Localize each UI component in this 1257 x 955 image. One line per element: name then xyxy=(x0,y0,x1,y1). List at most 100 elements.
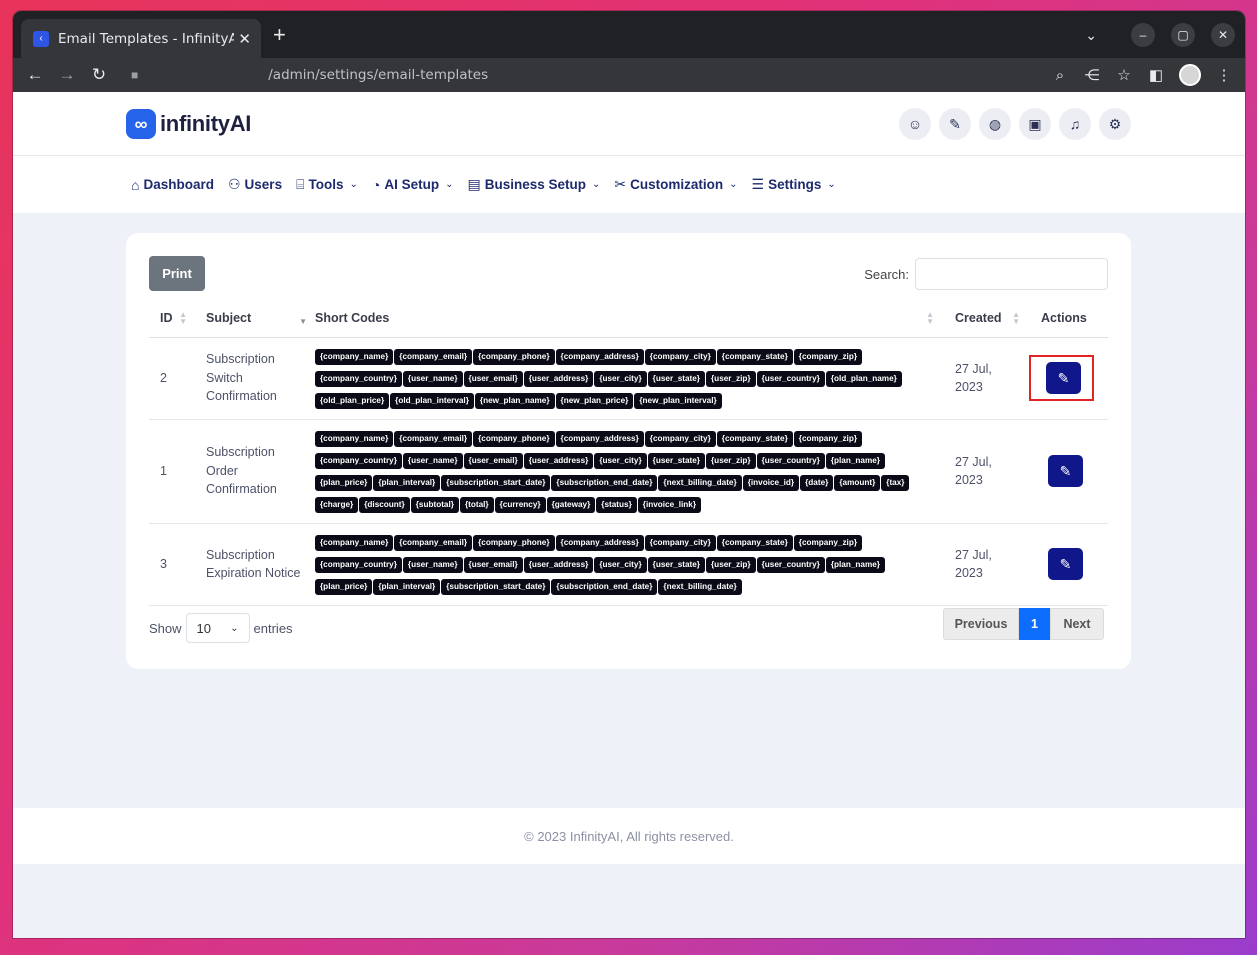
next-page-button[interactable]: Next xyxy=(1050,608,1104,640)
short-code-badge: {company_country} xyxy=(315,452,402,469)
gauge-icon: ◔ xyxy=(371,176,381,193)
lock-icon: ■ xyxy=(131,68,139,82)
page-length-select[interactable]: 10 ⌄ xyxy=(185,613,250,643)
col-actions: Actions xyxy=(1028,299,1108,338)
short-code-badge: {company_state} xyxy=(716,534,793,551)
short-code-badge: {company_email} xyxy=(394,348,473,365)
globe-icon[interactable]: ◍ xyxy=(979,108,1011,140)
reload-icon[interactable]: ↻ xyxy=(83,65,115,85)
share-icon[interactable]: ⋲ xyxy=(1083,66,1101,84)
tab-close-icon[interactable]: ✕ xyxy=(238,30,251,48)
user-icon[interactable]: ☺ xyxy=(899,108,931,140)
short-code-badge: {company_country} xyxy=(315,370,402,387)
short-code-badge: {user_city} xyxy=(594,556,647,573)
menu-item-customization[interactable]: ✂ Customization ⌄ xyxy=(614,176,737,193)
menu-item-settings[interactable]: ☰ Settings ⌄ xyxy=(752,176,836,193)
menu-item-label: Business Setup xyxy=(484,177,587,192)
back-icon[interactable]: ← xyxy=(19,65,51,85)
short-code-badge: {company_name} xyxy=(315,534,394,551)
short-code-badge: {charge} xyxy=(315,496,359,513)
forward-icon[interactable]: → xyxy=(51,65,83,85)
cell-created: 27 Jul, 2023 xyxy=(942,419,1028,524)
menu-item-dashboard[interactable]: ⌂ Dashboard xyxy=(131,177,214,193)
cell-id: 2 xyxy=(149,337,195,420)
highlighted-action: ✎ xyxy=(1029,355,1094,401)
short-code-badge: {company_city} xyxy=(644,348,716,365)
created-line: 2023 xyxy=(955,566,983,580)
minimize-icon[interactable]: – xyxy=(1131,23,1155,47)
chevron-down-icon: ⌄ xyxy=(349,179,358,190)
short-code-badge: {company_zip} xyxy=(793,534,863,551)
short-code-badge: {user_state} xyxy=(647,370,705,387)
short-code-badge: {company_zip} xyxy=(793,430,863,447)
sidepanel-icon[interactable]: ◧ xyxy=(1147,66,1165,84)
edit-button[interactable]: ✎ xyxy=(1048,455,1083,487)
cell-subject: Subscription Order Confirmation xyxy=(195,419,315,524)
site-header: ∞ infinityAI ☺ ✎ ◍ ▣ ♫ ⚙ xyxy=(13,92,1245,156)
user-settings-icon[interactable]: ⚙ xyxy=(1099,108,1131,140)
menu-item-business-setup[interactable]: ▤ Business Setup ⌄ xyxy=(468,176,601,193)
building-icon: ▤ xyxy=(467,176,481,192)
tab-search-icon[interactable]: ⌄ xyxy=(1085,27,1097,44)
footer: © 2023 InfinityAI, All rights reserved. xyxy=(13,808,1245,864)
menu-item-ai-setup[interactable]: ◔ AI Setup ⌄ xyxy=(372,177,454,193)
card-icon[interactable]: ▣ xyxy=(1019,108,1051,140)
chevron-down-icon: ⌄ xyxy=(445,179,454,190)
subject-line: Switch xyxy=(206,370,243,385)
bell-icon[interactable]: ♫ xyxy=(1059,108,1091,140)
short-code-badge: {user_city} xyxy=(594,452,647,469)
created-line: 2023 xyxy=(955,380,983,394)
short-code-badge: {discount} xyxy=(359,496,410,513)
edit-button[interactable]: ✎ xyxy=(1046,362,1081,394)
short-code-badge: {next_billing_date} xyxy=(658,578,742,595)
page: ∞ infinityAI ☺ ✎ ◍ ▣ ♫ ⚙ ⌂ Dashboard ⚇ User… xyxy=(13,92,1245,938)
short-code-badge: {user_email} xyxy=(463,370,523,387)
zoom-icon[interactable]: ⌕ xyxy=(1051,67,1069,84)
col-id[interactable]: ID ▲ ▼ xyxy=(149,299,195,338)
email-templates-card: Print Search: ID ▲ ▼ Subject ▼ Short Codes ▲… xyxy=(126,233,1131,669)
short-code-badge: {company_phone} xyxy=(473,430,555,447)
chevron-down-icon: ⌄ xyxy=(592,179,601,190)
cell-actions: ✎ xyxy=(1028,523,1108,606)
favicon-icon: ‹ xyxy=(33,30,49,47)
address-bar[interactable]: ■ /admin/settings/email-templates xyxy=(123,60,1063,90)
maximize-icon[interactable]: ▢ xyxy=(1171,23,1195,47)
short-code-badge: {company_state} xyxy=(716,348,793,365)
browser-titlebar: ‹ Email Templates - InfinityAI ✕ + ⌄ – ▢… xyxy=(13,11,1245,58)
show-label: Show xyxy=(149,620,182,636)
edit-button[interactable]: ✎ xyxy=(1048,548,1083,580)
short-code-badge: {subscription_start_date} xyxy=(441,578,551,595)
short-code-badge: {user_country} xyxy=(756,452,825,469)
new-tab-button[interactable]: + xyxy=(273,24,286,46)
bookmark-star-icon[interactable]: ☆ xyxy=(1115,66,1133,84)
menu-item-tools[interactable]: ⌸ Tools ⌄ xyxy=(296,176,358,193)
logo[interactable]: ∞ infinityAI xyxy=(126,109,251,139)
page-1-button[interactable]: 1 xyxy=(1019,608,1050,640)
short-code-badge: {company_zip} xyxy=(793,348,863,365)
print-button[interactable]: Print xyxy=(149,256,205,291)
profile-avatar[interactable] xyxy=(1179,64,1201,86)
kebab-menu-icon[interactable]: ⋮ xyxy=(1215,66,1233,84)
short-code-badge: {company_country} xyxy=(315,556,402,573)
col-subject[interactable]: Subject ▼ xyxy=(195,299,315,338)
subject-line: Order xyxy=(206,463,238,478)
chevron-down-icon: ⌄ xyxy=(827,179,836,190)
page-length-value: 10 xyxy=(196,620,211,636)
toolbox-icon: ⌸ xyxy=(296,176,305,192)
short-code-badge: {plan_price} xyxy=(315,474,373,491)
search-input[interactable] xyxy=(915,258,1108,290)
close-window-icon[interactable]: ✕ xyxy=(1211,23,1235,47)
swatch-icon[interactable]: ✎ xyxy=(939,108,971,140)
previous-page-button[interactable]: Previous xyxy=(943,608,1019,640)
col-short-codes[interactable]: Short Codes ▲ ▼ xyxy=(315,299,942,338)
short-code-badge: {user_zip} xyxy=(706,370,756,387)
subject-line: Confirmation xyxy=(206,389,277,404)
short-code-badge: {company_email} xyxy=(394,534,473,551)
col-created[interactable]: Created ▲ ▼ xyxy=(942,299,1028,338)
created-line: 2023 xyxy=(955,473,983,487)
toolbar-actions: ⌕ ⋲ ☆ ◧ ⋮ xyxy=(1051,64,1233,86)
short-code-badge: {company_email} xyxy=(394,430,473,447)
browser-tab[interactable]: ‹ Email Templates - InfinityAI ✕ xyxy=(21,19,261,58)
short-code-badge: {company_address} xyxy=(555,534,644,551)
menu-item-users[interactable]: ⚇ Users xyxy=(228,176,282,193)
